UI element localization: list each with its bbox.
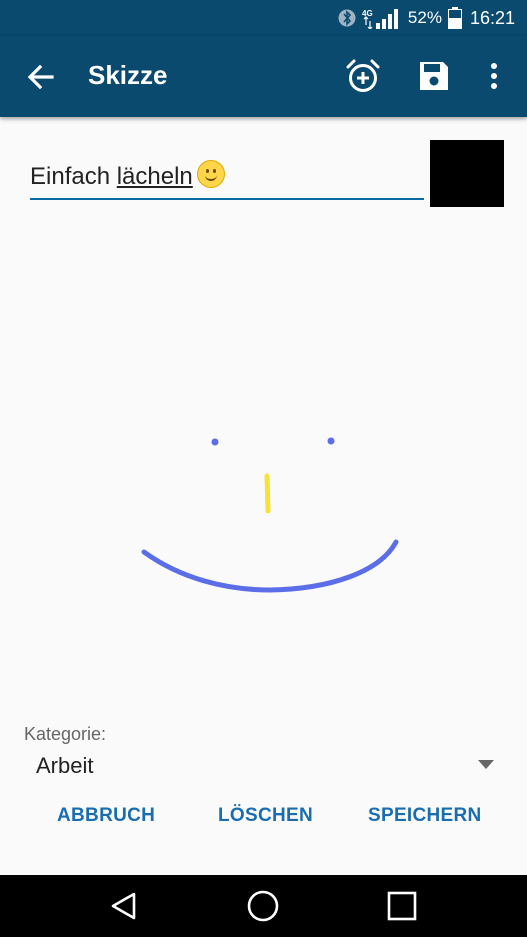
category-select[interactable]: Arbeit [24, 748, 504, 784]
left-eye-stroke [211, 438, 219, 446]
save-icon[interactable] [414, 56, 454, 96]
title-underlined: lächeln [116, 163, 193, 190]
more-vert-icon[interactable] [478, 56, 510, 96]
nav-home-icon[interactable] [246, 889, 280, 923]
signal-icon: 4G [362, 9, 398, 29]
network-type: 4G [362, 9, 373, 18]
status-time: 16:21 [469, 7, 515, 28]
status-bar: 4G 52% 16:21 [0, 0, 527, 36]
save-button[interactable]: SPEICHERN [368, 805, 482, 833]
battery-percent: 52% [407, 8, 442, 27]
dropdown-arrow-icon [478, 760, 494, 769]
app-bar: Skizze [0, 36, 527, 117]
system-nav-bar [0, 875, 527, 937]
delete-button[interactable]: LÖSCHEN [218, 805, 313, 833]
smiley-emoji-icon [196, 160, 225, 188]
category-value: Arbeit [36, 753, 94, 778]
note-title-input[interactable]: Einfach lächeln [30, 148, 424, 200]
color-picker-swatch[interactable] [430, 140, 504, 207]
page-title: Skizze [88, 60, 168, 90]
category-label: Kategorie: [24, 724, 107, 744]
nav-recent-apps-icon[interactable] [386, 890, 418, 922]
title-plain: Einfach [30, 163, 117, 190]
nose-stroke [264, 473, 271, 514]
sketch-canvas[interactable] [0, 220, 527, 700]
note-title-text: Einfach lächeln [30, 160, 225, 191]
cancel-button[interactable]: ABBRUCH [57, 805, 155, 833]
bluetooth-icon [338, 9, 356, 27]
back-arrow-icon[interactable] [22, 58, 60, 96]
nav-back-icon[interactable] [108, 890, 140, 922]
right-eye-stroke [327, 437, 335, 445]
alarm-add-icon[interactable] [343, 56, 383, 96]
status-icons: 4G 52% 16:21 [338, 6, 515, 30]
battery-icon [447, 7, 462, 29]
mouth-stroke [141, 539, 399, 593]
